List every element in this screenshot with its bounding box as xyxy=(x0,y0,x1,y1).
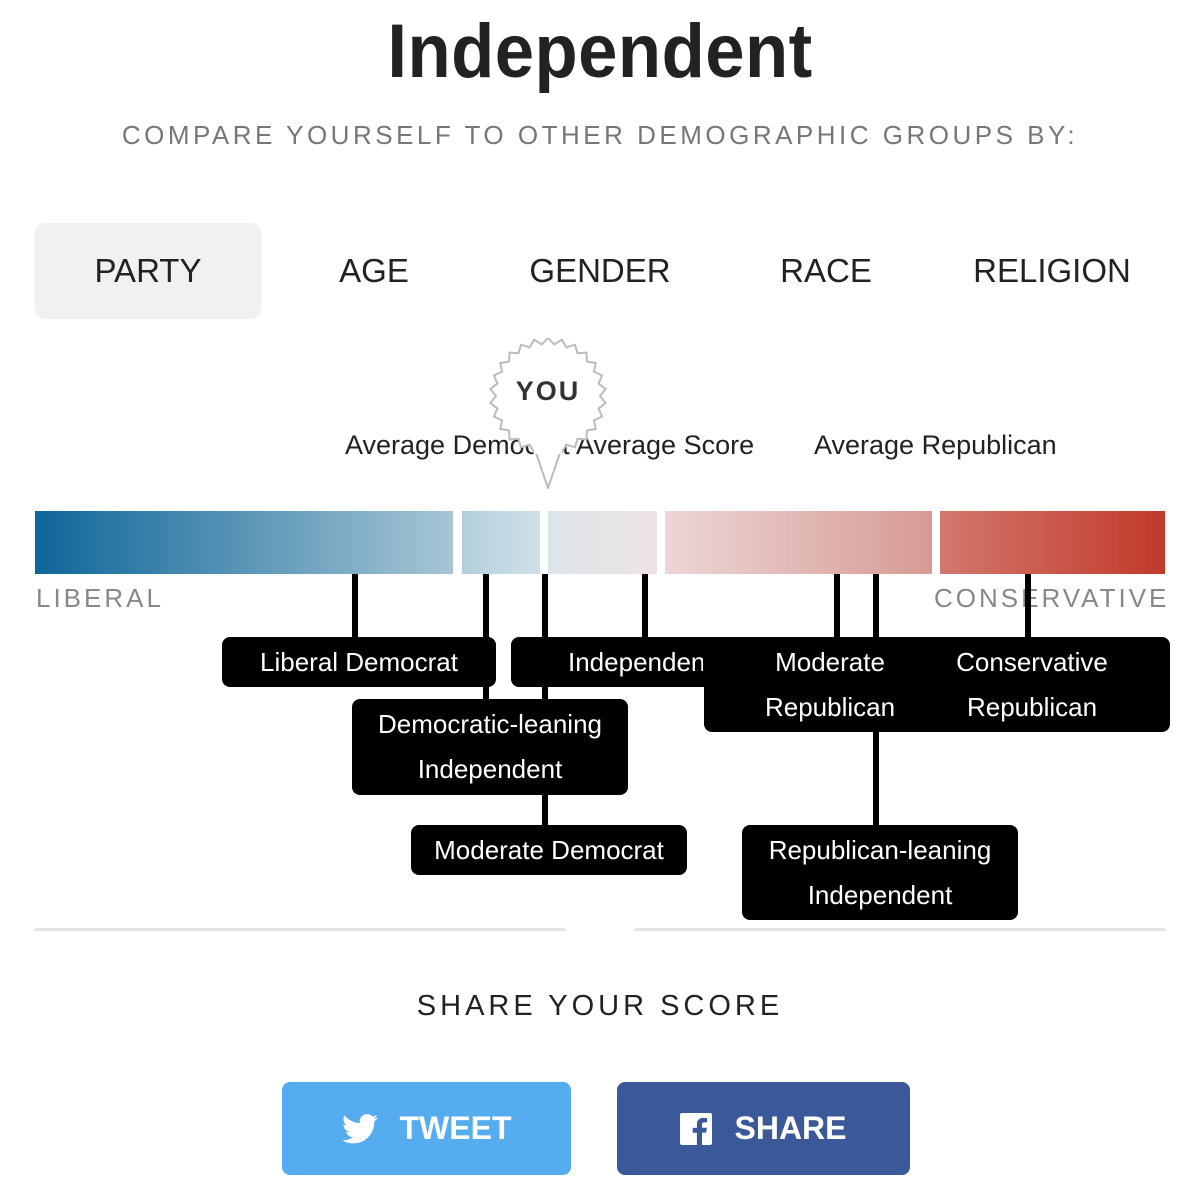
scale-segment-center-right xyxy=(665,511,932,574)
divider-right xyxy=(635,928,1165,931)
group-label-moderate-democrat: Moderate Democrat xyxy=(411,825,687,875)
group-label-republican-leaning-independent: Republican-leaning Independent xyxy=(742,825,1018,920)
scale-segment-liberal xyxy=(35,511,453,574)
divider-left xyxy=(35,928,565,931)
tweet-button[interactable]: TWEET xyxy=(282,1082,571,1175)
page-subtitle: COMPARE YOURSELF TO OTHER DEMOGRAPHIC GR… xyxy=(121,120,1079,150)
axis-label-conservative: CONSERVATIVE xyxy=(934,583,1170,613)
group-label-moderate-republican: Moderate Republican xyxy=(764,647,896,722)
tab-race[interactable]: RACE xyxy=(713,223,939,319)
page-title: Independent xyxy=(387,9,813,94)
group-label-liberal-democrat: Liberal Democrat xyxy=(222,637,496,687)
facebook-share-button-label: SHARE xyxy=(734,1110,847,1146)
you-marker-icon xyxy=(488,338,608,489)
group-label-conservative-republican: Conservative Republican xyxy=(956,647,1108,722)
axis-label-liberal: LIBERAL xyxy=(36,583,164,613)
tab-gender[interactable]: GENDER xyxy=(487,223,713,319)
scale-segment-center-left xyxy=(462,511,540,574)
tweet-button-label: TWEET xyxy=(399,1110,512,1146)
you-marker-label: YOU xyxy=(515,376,581,406)
facebook-icon xyxy=(680,1112,713,1145)
facebook-share-button[interactable]: SHARE xyxy=(617,1082,910,1175)
leader-liberal-democrat xyxy=(352,574,358,638)
tab-party[interactable]: PARTY xyxy=(35,223,261,319)
tab-religion[interactable]: RELIGION xyxy=(939,223,1165,319)
share-title: SHARE YOUR SCORE xyxy=(416,990,784,1022)
twitter-bird-icon xyxy=(341,1113,378,1143)
leader-conservative-republican xyxy=(1025,574,1031,638)
scale-segment-center xyxy=(548,511,657,574)
average-republican-label: Average Republican xyxy=(814,430,1057,460)
leader-independent xyxy=(642,574,648,638)
group-label-democratic-leaning-independent: Democratic-leaning Independent xyxy=(352,699,628,795)
leader-moderate-republican xyxy=(834,574,840,638)
tab-age[interactable]: AGE xyxy=(261,223,487,319)
scale-segment-conservative xyxy=(940,511,1165,574)
group-label-right-cluster: Moderate Republican Conservative Republi… xyxy=(704,637,1170,732)
